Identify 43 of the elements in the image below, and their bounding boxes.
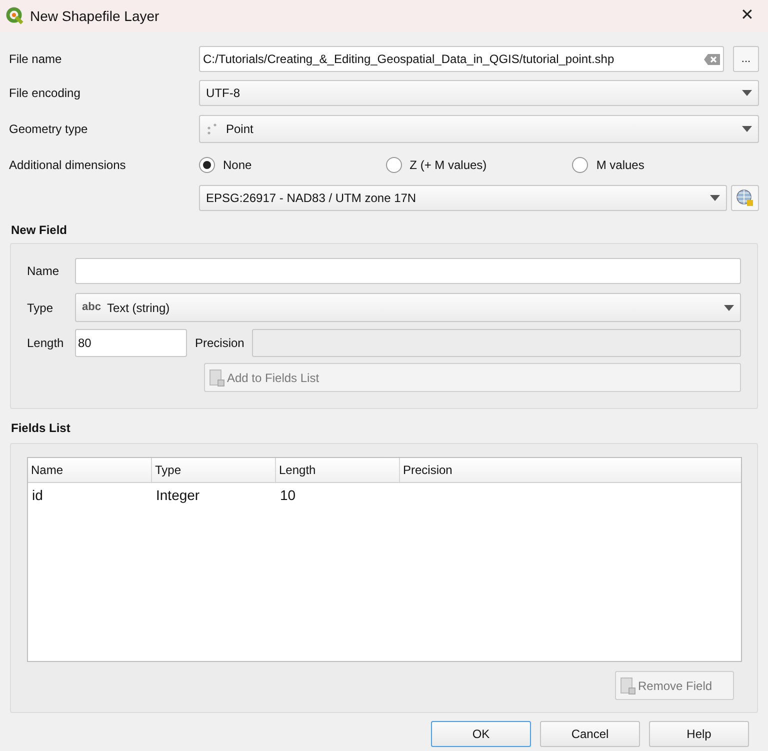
dropdown-caret-icon [724,304,734,310]
type-abbreviation: abc [82,300,101,316]
table-cell-text: 10 [279,486,297,504]
clear-icon[interactable] [704,54,720,64]
dialog-button[interactable]: OK [431,721,531,747]
field-label: Geometry type [9,121,89,138]
table-add-icon [209,368,225,386]
column-header[interactable]: Precision [400,458,741,482]
section-heading: Fields List [11,420,72,437]
close-button[interactable]: ✕ [732,1,762,31]
geometry-dropdown[interactable]: Point [199,115,759,143]
file-path-field[interactable]: C:/Tutorials/Creating_&_Editing_Geospatial_Data_in_QGIS/tutorial_point.shp [199,46,724,72]
length-input-field[interactable]: 80 [75,329,187,357]
app-logo-icon [6,7,24,25]
table-remove-icon [620,676,636,694]
crs-dropdown[interactable]: EPSG:26917 - NAD83 / UTM zone 17N [199,185,727,211]
window-title: New Shapefile Layer [30,6,160,26]
type-dropdown[interactable]: abc Text (string) [75,293,741,322]
encoding-dropdown[interactable]: UTF-8 [199,80,759,106]
field-label: Additional dimensions [9,157,127,174]
table-cell-text: id [31,486,44,504]
column-header[interactable]: Name [28,458,152,482]
dropdown-caret-icon [710,195,720,201]
field-label: File encoding [9,85,82,102]
radio-option[interactable]: None [199,156,386,174]
browse-button[interactable]: ... [733,46,759,72]
radio-option[interactable]: Z (+ M values) [386,156,572,174]
column-header[interactable]: Type [152,458,276,482]
field-label: Precision [195,335,246,352]
radio-option[interactable]: M values [572,156,759,174]
column-header[interactable]: Length [276,458,400,482]
field-label: File name [9,51,63,68]
dropdown-caret-icon [742,90,752,96]
dialog-button[interactable]: Cancel [540,721,640,747]
dropdown-caret-icon [742,126,752,132]
field-label: Type [27,300,54,316]
dialog-button[interactable]: Help [649,721,749,747]
table-cell-text: Integer [155,486,201,505]
section-heading: New Field [11,222,68,239]
field-label: Length [27,335,65,352]
field-label: Name [27,263,60,280]
globe-settings-icon[interactable] [731,185,759,211]
name-input-field[interactable] [75,258,741,284]
